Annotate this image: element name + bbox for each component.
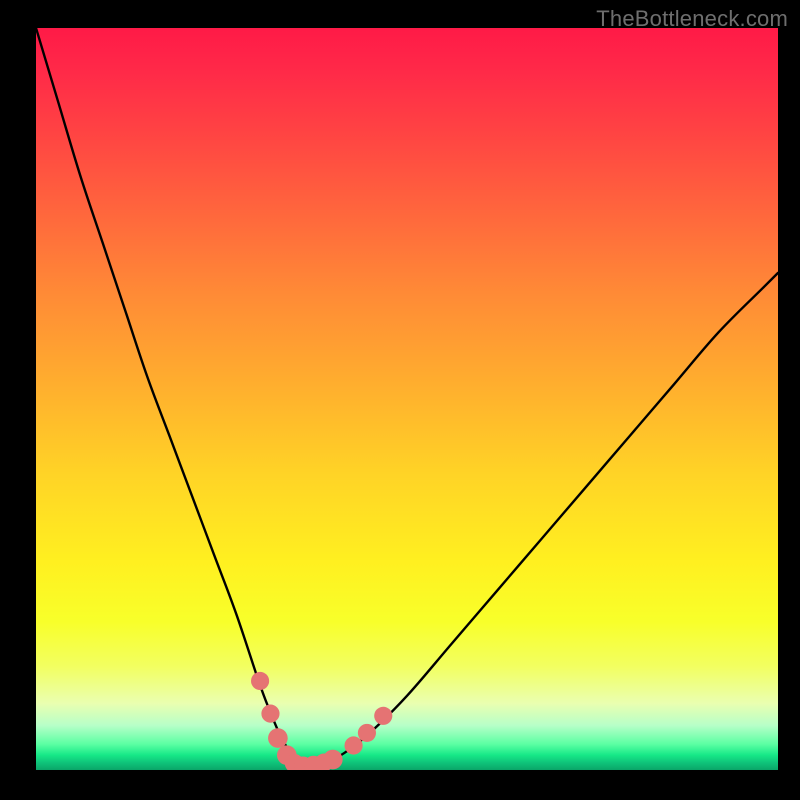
data-marker: [261, 705, 279, 723]
data-marker: [374, 707, 392, 725]
data-marker: [323, 750, 343, 770]
marker-group: [251, 672, 392, 770]
data-marker: [358, 724, 376, 742]
plot-area: [36, 28, 778, 770]
chart-frame: TheBottleneck.com: [0, 0, 800, 800]
data-marker: [268, 728, 288, 748]
data-marker: [251, 672, 269, 690]
marker-layer: [36, 28, 778, 770]
data-marker: [345, 736, 363, 754]
